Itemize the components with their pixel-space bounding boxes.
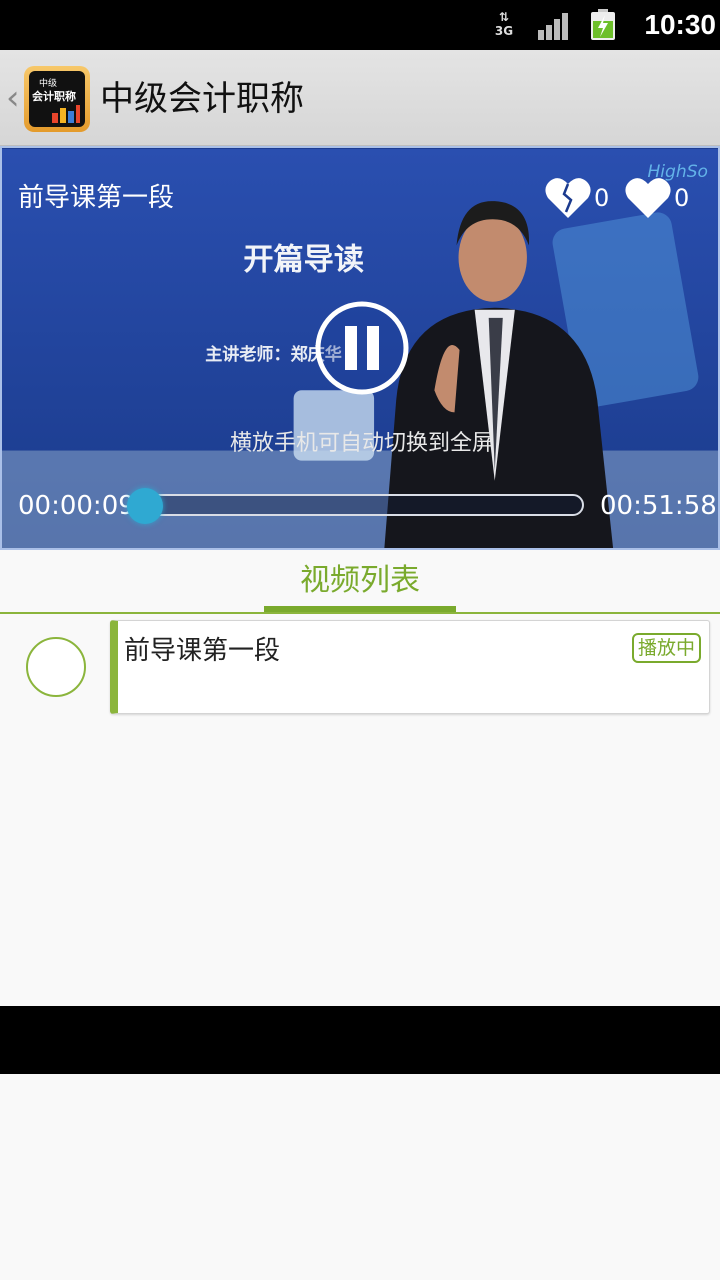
video-card[interactable]: 前导课第一段 播放中 [110,620,710,714]
empty-area [0,1074,720,1280]
playing-badge: 播放中 [631,633,701,663]
fullscreen-hint: 横放手机可自动切换到全屏 [229,431,494,456]
like-count: 0 [674,184,690,212]
status-bar: ⇅ 3G 10:30 [0,0,720,50]
title-bar: ‹ 中级 会计职称 中级会计职称 [0,50,720,146]
seek-bar[interactable] [128,494,584,516]
system-nav-bar [0,1006,720,1074]
video-player[interactable]: 开篇导读 主讲老师：郑庆华 HighSo 前导课第一段 0 0 横放手机可自动切… [0,146,720,550]
app-logo[interactable]: 中级 会计职称 [24,66,90,132]
tab-bar: 视频列表 [0,550,720,614]
slide-heading: 开篇导读 [243,243,364,278]
app-logo-line2: 会计职称 [32,90,76,103]
pause-button[interactable] [314,300,410,396]
page-title: 中级会计职称 [100,79,304,119]
bar-chart-icon [52,105,80,123]
network-label: 3G [494,24,514,38]
broken-heart-icon [545,178,591,218]
current-time: 00:00:09 [18,491,135,521]
video-title: 前导课第一段 [18,183,175,213]
dislike-button[interactable]: 0 [544,176,612,222]
status-clock: 10:30 [644,9,716,40]
network-3g-icon: ⇅ 3G [494,10,514,38]
dislike-count: 0 [594,184,610,212]
list-item-indicator [26,637,86,697]
tab-video-list[interactable]: 视频列表 [264,558,456,612]
battery-charging-icon [591,9,615,40]
total-time: 00:51:58 [600,491,717,521]
heart-icon [625,178,671,218]
list-item[interactable]: 前导课第一段 播放中 [0,614,720,718]
back-chevron-icon[interactable]: ‹ [6,78,24,118]
like-button[interactable]: 0 [624,176,692,222]
signal-strength-icon [538,13,568,40]
video-card-title: 前导课第一段 [124,636,281,666]
